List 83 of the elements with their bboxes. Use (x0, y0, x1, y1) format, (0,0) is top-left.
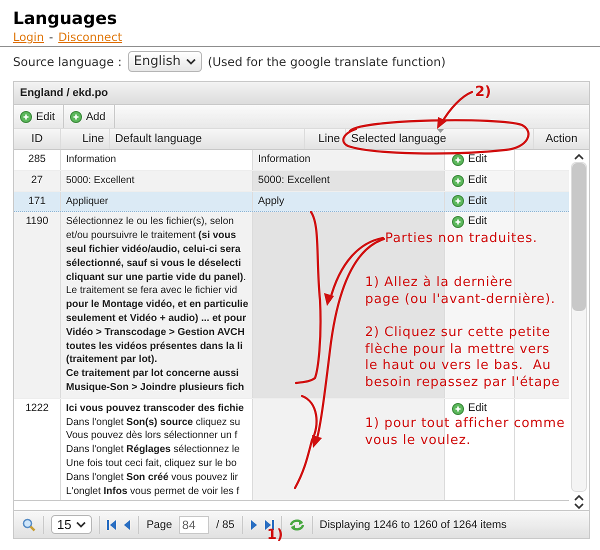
table-cell-text: Le traitement se fera avec le fichier vid (66, 284, 238, 298)
pager-status: Displaying 1246 to 1260 of 1264 items (320, 518, 507, 530)
table-row[interactable]: 27 5000: Excellent 5000: Excellent Edit (14, 170, 569, 192)
column-header[interactable]: Default language (110, 129, 305, 149)
table-cell: 1190 (14, 212, 61, 398)
scroll-thumb[interactable] (572, 163, 586, 311)
column-header[interactable]: ID (14, 129, 61, 149)
table-cell: 1222 (14, 398, 61, 500)
table-cell: pour le Montage vidéo, et en particulie (66, 298, 247, 312)
plus-icon[interactable] (452, 195, 464, 208)
table-row[interactable]: 171 Appliquer Apply Edit (14, 192, 569, 212)
column-header[interactable]: Action (534, 129, 589, 149)
table-cell-text: Dans l'onglet Son créé vous pouvez lir (66, 470, 240, 485)
table-cell-text: Ici vous pouvez transcoder des fichie (66, 402, 245, 416)
edit-button[interactable]: Edit (450, 194, 489, 208)
arrow-mark (437, 90, 474, 129)
table-cell: Information (258, 153, 311, 165)
table-cell-text: seul fichier vidéo/audio, celui-ci sera (66, 242, 242, 257)
table-cell-text: Une fois tout ceci fait, cliquez sur le bo (66, 456, 238, 471)
step-label: 1) (267, 527, 284, 543)
table-cell: 27 (14, 170, 61, 191)
table-cell-text: Dans l'onglet Son(s) source cliquez su (66, 416, 242, 430)
step-label: 2) (475, 84, 492, 100)
next-page-icon[interactable] (250, 518, 257, 530)
table-cell: 171 (14, 192, 61, 212)
table-cell-text: Ce traitement par lot concerne aussi (66, 367, 240, 381)
table-cell-text: et/ou poursuivre le traitement (si vous (66, 229, 238, 243)
table-row[interactable] (14, 212, 569, 399)
scroll-up-icon[interactable] (574, 494, 584, 501)
source-language-label: Source language : (13, 54, 122, 68)
previous-page-icon[interactable] (124, 518, 132, 530)
table-cell-text: L'onglet Infos vous permet de voir les f (66, 484, 240, 498)
table-cell: 5000: Excellent (258, 174, 330, 186)
table-cell: 285 (14, 150, 61, 170)
caret-icon[interactable] (186, 58, 196, 65)
table-cell-text: Information (66, 153, 118, 167)
search-icon[interactable] (22, 518, 36, 532)
plus-icon[interactable] (20, 110, 32, 122)
page-size-select[interactable]: 15 (51, 515, 92, 534)
page-total: / 85 (216, 518, 235, 530)
separator-text: - (49, 30, 54, 45)
language-select[interactable]: English (128, 51, 202, 72)
plus-icon[interactable] (70, 110, 82, 122)
column-header[interactable]: Line (305, 129, 346, 149)
sort-arrow-icon[interactable] (436, 129, 444, 133)
table-cell-text: Vidéo > Transcodage > Gestion AVCH (66, 326, 246, 340)
scroll-down-icon[interactable] (574, 503, 584, 510)
page-label: Page (146, 518, 172, 530)
first-page-icon[interactable] (107, 518, 118, 530)
table-cell: cliquant sur une partie vide du panel). (66, 270, 247, 284)
table-cell-text: Appliquer (66, 194, 110, 208)
edit-button[interactable]: Edit (450, 153, 489, 167)
table-cell-text: 5000: Excellent (66, 174, 136, 188)
add-button[interactable]: Add (64, 105, 115, 128)
table-row[interactable]: 285 Information Information Edit (14, 150, 569, 171)
edit-button[interactable]: Edit (450, 402, 489, 416)
plus-icon[interactable] (452, 174, 464, 187)
table-cell: Apply (258, 194, 284, 207)
table-cell-text: (traitement par lot). (66, 353, 158, 368)
scroll-up-icon[interactable] (574, 153, 584, 160)
annotation-text: 2) Cliquez sur cette petite flèche pour la mettre vers le haut ou vers le bas. Au besoin repassez par l'étape (365, 325, 560, 391)
caret-icon[interactable] (76, 521, 86, 528)
source-language-note: (Used for the google translate function) (208, 54, 446, 68)
plus-icon[interactable] (452, 216, 464, 228)
table-cell-text: Musique-Son > Joindre plusieurs fich (66, 380, 246, 395)
annotation-text: 1) pour tout afficher comme vous le voulez. (365, 416, 566, 449)
table-cell-text: sélectionné, sauf si vous le déselecti (66, 256, 242, 271)
table-cell-text: toutes les vidéos présentes dans la li (66, 340, 244, 354)
annotation-text: Parties non traduites. (385, 231, 538, 248)
column-header[interactable]: Line (61, 129, 110, 149)
edit-button[interactable]: Edit (450, 215, 489, 230)
plus-icon[interactable] (452, 154, 464, 166)
edit-button[interactable]: Edit (14, 105, 64, 128)
table-cell-text: Vous pouvez dès lors sélectionner un f (66, 429, 238, 444)
page-number-field[interactable]: 84 (179, 516, 210, 534)
column-header[interactable]: Selected language (346, 129, 534, 149)
annotation-text: 1) Allez à la dernière page (ou l'avant-dernière). (365, 275, 556, 308)
table-cell-text: Sélectionnez le ou les fichier(s), selon (66, 215, 235, 230)
plus-icon[interactable] (452, 402, 464, 415)
table-cell-text: Dans l'onglet Réglages sélectionnez le (66, 443, 241, 457)
page-title: Languages (12, 8, 118, 30)
refresh-icon[interactable] (288, 518, 305, 532)
table-cell: seulement et Vidéo + audio) ... et pour (66, 312, 247, 326)
